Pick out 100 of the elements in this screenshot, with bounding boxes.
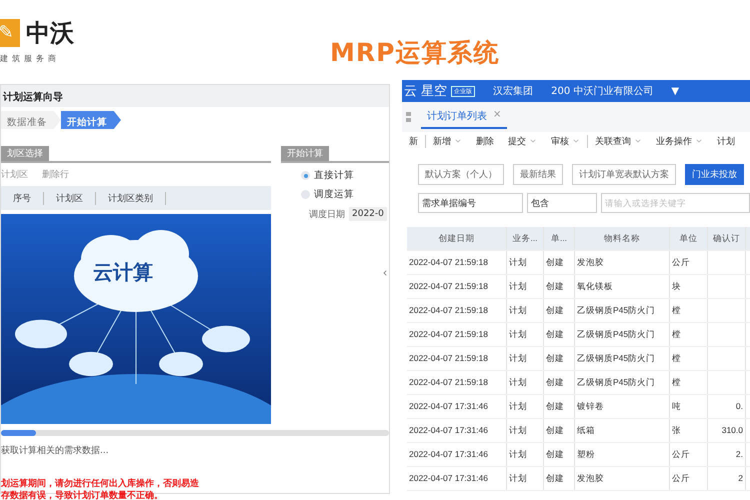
table-cell: 樘	[670, 323, 708, 346]
chevron-down-icon	[529, 137, 537, 145]
cloud-label: 云计算	[93, 259, 153, 286]
table-cell: 0.	[708, 395, 746, 418]
table-cell: 创建	[544, 419, 575, 442]
table-cell: 计划	[507, 275, 544, 298]
column-header[interactable]: 单...	[544, 227, 575, 250]
column-header[interactable]: 物料名称	[575, 227, 670, 250]
date-label: 调度日期	[309, 208, 345, 220]
table-cell: 2022-04-07 17:31:46	[407, 419, 507, 442]
table-cell: 镀锌卷	[575, 395, 670, 418]
table-cell: 创建	[544, 323, 575, 346]
table-cell: 创建	[544, 275, 575, 298]
table-cell: 创建	[544, 347, 575, 370]
group-name[interactable]: 汉宏集团	[493, 84, 534, 98]
table-cell: 创建	[544, 467, 575, 490]
column-header[interactable]: 单位	[670, 227, 708, 250]
logo-mark: ✎	[0, 18, 20, 46]
table-cell: 吨	[670, 395, 708, 418]
table-cell: 计划	[507, 371, 544, 394]
table-cell: 氧化镁板	[575, 275, 670, 298]
section-title: 划区选择	[1, 146, 49, 161]
table-cell: 计划	[507, 443, 544, 466]
toolbar-button[interactable]: 新增	[426, 134, 469, 148]
toolbar-button[interactable]: 审核	[544, 134, 588, 148]
table-cell: 发泡胶	[575, 467, 670, 490]
table-cell: 张	[670, 419, 708, 442]
scheme-button[interactable]: 计划订单宽表默认方案	[572, 164, 676, 185]
table-cell: 2022-04-07 21:59:18	[407, 347, 507, 370]
scheme-button[interactable]: 门业未投放	[685, 164, 744, 185]
chevron-down-icon	[572, 137, 580, 145]
table-cell: 公斤	[670, 251, 708, 274]
table-cell: 樘	[670, 347, 708, 370]
date-field[interactable]: 2022-0	[349, 207, 387, 221]
slide-title: MRP运算系统	[330, 37, 500, 69]
table-cell: 2022-04-07 17:31:46	[407, 395, 507, 418]
toolbar-button[interactable]: 删除	[469, 134, 501, 148]
table-cell: 发泡胶	[575, 251, 670, 274]
toolbar-button[interactable]: 新	[402, 134, 426, 148]
chevron-down-icon	[454, 137, 462, 145]
table-cell: 乙级钢质P45防火门	[575, 299, 670, 322]
table-cell: 2	[708, 467, 746, 490]
section-title: 开始计算	[281, 146, 329, 161]
table-cell: 计划	[507, 299, 544, 322]
wizard-step[interactable]: 开始计算	[61, 111, 121, 129]
toolbar-button[interactable]: 业务操作	[649, 134, 710, 148]
wizard-step[interactable]: 数据准备	[1, 111, 61, 129]
table-cell: 2022-04-07 21:59:18	[407, 299, 507, 322]
table-cell: 樘	[670, 371, 708, 394]
table-cell: 公斤	[670, 467, 708, 490]
table-cell: 2022-04-07 17:31:46	[407, 443, 507, 466]
radio-button[interactable]	[301, 171, 310, 180]
warning-text: 划运算期间，请勿进行任何出入库操作，否则易造	[1, 479, 200, 490]
scheme-button[interactable]: 最新结果	[513, 164, 563, 185]
warning-text: 存数据有误，导致计划订单数量不正确。	[1, 490, 164, 500]
grip-icon[interactable]	[406, 112, 411, 122]
table-cell: 纸箱	[575, 419, 670, 442]
toolbar-button[interactable]: 提交	[501, 134, 544, 148]
radio-label: 直接计算	[314, 169, 354, 182]
table-cell: 乙级钢质P45防火门	[575, 371, 670, 394]
table-cell: 计划	[507, 419, 544, 442]
table-cell: 2022-04-07 21:59:18	[407, 251, 507, 274]
column-header[interactable]: 创建日期	[407, 227, 507, 250]
table-cell: 2022-04-07 17:31:46	[407, 467, 507, 490]
table-cell: 创建	[544, 395, 575, 418]
table-cell: 创建	[544, 443, 575, 466]
operator-select[interactable]: 包含	[527, 193, 597, 213]
keyword-input[interactable]: 请输入或选择关键字	[601, 193, 750, 213]
table-cell: 2.	[708, 443, 746, 466]
status-text: 获取计算相关的需求数据...	[1, 444, 110, 458]
table-cell: 2022-04-07 21:59:18	[407, 275, 507, 298]
table-cell: 计划	[507, 347, 544, 370]
table-cell: 创建	[544, 299, 575, 322]
column-header: 计划区	[44, 192, 96, 204]
radio-label: 调度运算	[314, 188, 354, 201]
chevron-down-icon	[695, 137, 703, 145]
table-cell: 310.0	[708, 419, 746, 442]
column-header: 序号	[1, 192, 44, 204]
toolbar-button[interactable]: 计划	[710, 134, 742, 148]
table-cell: 创建	[544, 371, 575, 394]
column-header[interactable]: 确认订	[708, 227, 746, 250]
table-cell: 樘	[670, 299, 708, 322]
tab[interactable]: 计划订单列表 ×	[421, 105, 508, 129]
table-cell: 计划	[507, 251, 544, 274]
table-cell: 塑粉	[575, 443, 670, 466]
table-cell: 块	[670, 275, 708, 298]
brand-name: 云 星空	[404, 83, 448, 100]
table-cell: 计划	[507, 467, 544, 490]
toolbar-button[interactable]: 关联查询	[588, 134, 649, 148]
table-cell: 2022-04-07 21:59:18	[407, 323, 507, 346]
radio-button[interactable]	[301, 190, 310, 199]
field-select[interactable]: 需求单据编号	[418, 193, 523, 213]
caret-icon[interactable]: ▼	[671, 86, 680, 96]
table-cell: 计划	[507, 395, 544, 418]
column-header[interactable]: 业务...	[507, 227, 544, 250]
table-cell: 公斤	[670, 443, 708, 466]
scheme-button[interactable]: 默认方案（个人）	[418, 164, 504, 185]
table-cell: 乙级钢质P45防火门	[575, 347, 670, 370]
table-cell: 创建	[544, 251, 575, 274]
company-name[interactable]: 200 中沃门业有限公司	[551, 84, 654, 98]
